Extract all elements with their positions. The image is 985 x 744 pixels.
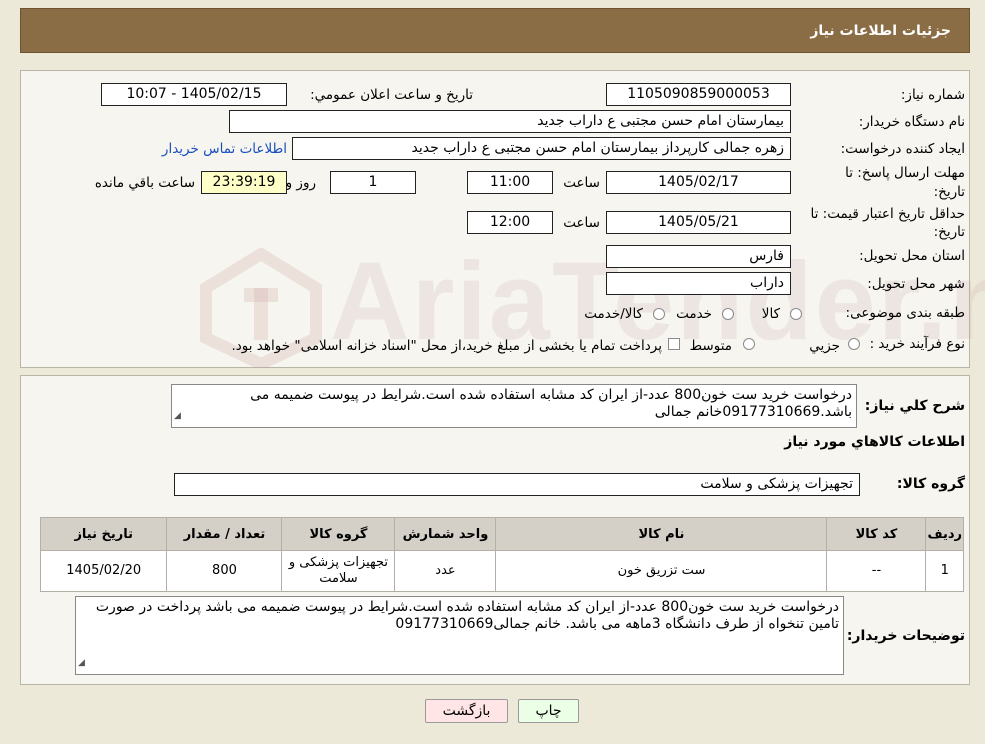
cell-date: 1405/02/20 [39,550,168,592]
deadline-time-label: ساعت [563,175,600,191]
remaining-time-label: ساعت باقي مانده [94,175,195,191]
category-radio-goods-service[interactable] [653,308,665,320]
validity-time-field: 12:00 [467,211,553,234]
cell-name: ست تزریق خون [495,550,828,592]
page-header: جزئیات اطلاعات نیاز [20,8,970,53]
col-code: کد کالا [826,517,927,551]
description-label: شرح کلي نیاز: [864,398,965,414]
process-type-label: نوع فرآیند خرید : [869,336,965,352]
announce-date-field: 1405/02/15 - 10:07 [101,83,287,106]
deadline-label-2: تاریخ: [933,184,965,200]
col-qty: تعداد / مقدار [166,517,283,551]
deadline-time-field: 11:00 [467,171,553,194]
goods-group-field: تجهیزات پزشکی و سلامت [174,473,860,496]
description-textarea[interactable]: درخواست خرید ست خون800 عدد-از ایران کد م… [171,384,857,428]
cell-unit: عدد [394,550,497,592]
back-button[interactable]: بازگشت [425,699,508,723]
process-option-medium: متوسط [689,338,732,354]
buyer-notes-label: توضیحات خریدار: [846,628,965,644]
resize-grip-icon[interactable]: ◢ [78,655,85,672]
creator-label: ایجاد کننده درخواست: [840,141,965,157]
cell-group: تجهیزات پزشکی و سلامت [281,550,396,592]
validity-date-field: 1405/05/21 [606,211,791,234]
goods-group-label: گروه کالا: [896,476,965,492]
description-text: درخواست خرید ست خون800 عدد-از ایران کد م… [250,387,852,420]
deadline-date-field: 1405/02/17 [606,171,791,194]
goods-section-title: اطلاعات کالاهاي مورد نیاز [784,434,965,450]
validity-label-2: تاریخ: [933,224,965,240]
remaining-time-field: 23:39:19 [201,171,287,194]
treasury-checkbox[interactable] [668,338,680,350]
category-option-goods-service: کالا/خدمت [584,306,643,322]
category-radio-service[interactable] [722,308,734,320]
need-number-label: شماره نیاز: [900,87,965,103]
days-label: روز و [285,175,316,191]
process-option-minor: جزیي [809,338,840,354]
buyer-notes-text: درخواست خرید ست خون800 عدد-از ایران کد م… [95,599,839,632]
days-remaining-field: 1 [330,171,416,194]
buyer-org-field: بیمارستان امام حسن مجتبی ع داراب جدید [229,110,791,133]
buyer-org-label: نام دستگاه خریدار: [858,114,965,130]
col-group: گروه کالا [281,517,396,551]
cell-code: -- [826,550,927,592]
category-option-service: خدمت [676,306,712,322]
goods-table: ردیف کد کالا نام کالا واحد شمارش گروه کا… [39,517,964,592]
table-row: 1 -- ست تزریق خون عدد تجهیزات پزشکی و سل… [39,550,964,592]
col-row: ردیف [925,517,964,551]
category-label: طبقه بندی موضوعی: [845,305,965,321]
validity-label: حداقل تاریخ اعتبار قیمت: تا [810,206,965,222]
category-radio-goods[interactable] [790,308,802,320]
goods-table-header: ردیف کد کالا نام کالا واحد شمارش گروه کا… [39,517,964,551]
process-radio-medium[interactable] [743,338,755,350]
announce-date-label: تاریخ و ساعت اعلان عمومي: [310,87,473,103]
col-unit: واحد شمارش [394,517,497,551]
validity-time-label: ساعت [563,215,600,231]
process-radio-minor[interactable] [848,338,860,350]
treasury-note: پرداخت تمام یا بخشی از مبلغ خرید،از محل … [231,338,662,354]
province-field: فارس [606,245,791,268]
resize-grip-icon[interactable]: ◢ [174,408,181,425]
city-field: داراب [606,272,791,295]
cell-row: 1 [925,550,964,592]
contact-buyer-link[interactable]: اطلاعات تماس خریدار [162,141,287,157]
print-button[interactable]: چاپ [518,699,579,723]
category-option-goods: کالا [761,306,780,322]
cell-qty: 800 [166,550,283,592]
page-title: جزئیات اطلاعات نیاز [810,23,951,39]
creator-field: زهره جمالی کارپرداز بیمارستان امام حسن م… [292,137,791,160]
col-date: تاریخ نیاز [39,517,168,551]
city-label: شهر محل تحویل: [867,276,965,292]
province-label: استان محل تحویل: [859,248,965,264]
deadline-label: مهلت ارسال پاسخ: تا [845,165,965,181]
col-name: نام کالا [495,517,828,551]
need-number-field: 1105090859000053 [606,83,791,106]
buyer-notes-textarea[interactable]: درخواست خرید ست خون800 عدد-از ایران کد م… [75,596,844,675]
